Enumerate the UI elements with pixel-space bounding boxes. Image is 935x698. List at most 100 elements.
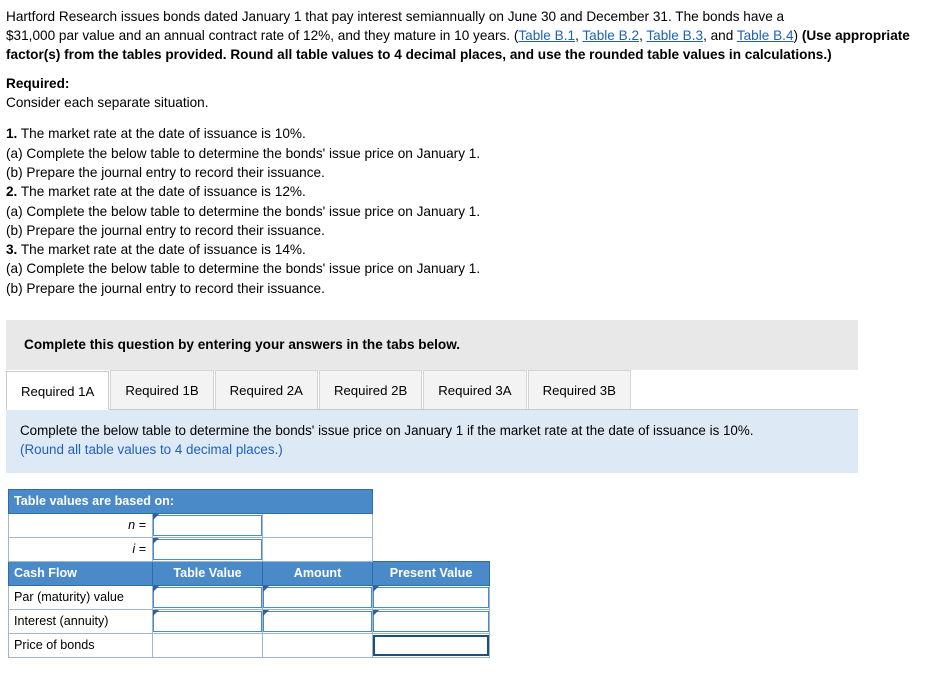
interest-present-value-input[interactable] <box>374 611 489 633</box>
par-table-value-cell[interactable] <box>152 584 263 610</box>
interest-amount-inputbox[interactable] <box>263 609 373 633</box>
list-item: 3. The market rate at the date of issuan… <box>6 240 929 259</box>
item-text: The market rate at the date of issuance … <box>17 242 306 258</box>
question-page: Hartford Research issues bonds dated Jan… <box>0 0 935 698</box>
cell-corner-marker-icon <box>373 609 380 616</box>
table-header-row: Cash Flow Table Value Amount Present Val… <box>8 560 491 586</box>
par-table-value-input[interactable] <box>154 587 261 609</box>
list-item: (b) Prepare the journal entry to record … <box>6 221 929 240</box>
basis-header-label: Table values are based on: <box>7 488 374 514</box>
interest-table-value-input[interactable] <box>154 611 261 633</box>
par-present-value-input[interactable] <box>374 587 489 609</box>
table-row-basis-header: Table values are based on: <box>7 488 490 514</box>
item-number: 1. <box>6 126 18 142</box>
i-row-spacer <box>373 537 490 561</box>
interest-present-value-inputbox[interactable] <box>373 609 490 633</box>
cell-corner-marker-icon <box>153 609 159 616</box>
answer-table: Table values are based on: n = i = Cash … <box>7 488 491 658</box>
cell-corner-marker-icon <box>153 513 159 520</box>
item-text: (a) Complete the below table to determin… <box>6 261 481 277</box>
price-table-value-blank <box>152 632 263 658</box>
basis-header-spacer <box>373 489 490 513</box>
table-row-n: n = <box>8 512 490 538</box>
row-label-price-of-bonds: Price of bonds <box>8 632 153 658</box>
row-label-par-value: Par (maturity) value <box>8 584 153 610</box>
n-input-cell[interactable] <box>152 512 263 538</box>
par-amount-inputbox[interactable] <box>263 585 373 609</box>
i-row-blank-1 <box>261 536 374 562</box>
required-block: Required: Consider each separate situati… <box>0 64 935 112</box>
tab-required-3b[interactable]: Required 3B <box>527 369 631 409</box>
table-row: Price of bonds <box>8 632 491 658</box>
item-text: The market rate at the date of issuance … <box>17 126 306 142</box>
list-item: (b) Prepare the journal entry to record … <box>6 279 929 298</box>
tab-instructions: Complete the below table to determine th… <box>6 409 858 473</box>
row-label-interest-annuity: Interest (annuity) <box>8 608 153 634</box>
list-item: (a) Complete the below table to determin… <box>6 202 929 221</box>
par-present-value-cell[interactable] <box>372 584 491 610</box>
col-header-table-value: Table Value <box>152 560 263 586</box>
table-b1-link[interactable]: Table B.1 <box>518 28 575 43</box>
tab-required-2a[interactable]: Required 2A <box>214 369 318 409</box>
problem-line-2: $31,000 par value and an annual contract… <box>6 27 519 43</box>
tab-bar: Required 1A Required 1B Required 2A Requ… <box>6 369 858 410</box>
par-amount-input[interactable] <box>264 587 372 609</box>
tab-required-1b[interactable]: Required 1B <box>110 369 214 409</box>
n-row-spacer <box>373 513 490 537</box>
instruction-banner: Complete this question by entering your … <box>6 319 858 370</box>
tab-instructions-line-1: Complete the below table to determine th… <box>20 422 754 438</box>
par-table-value-inputbox[interactable] <box>153 585 262 609</box>
n-input[interactable] <box>154 515 261 537</box>
i-input[interactable] <box>154 539 261 561</box>
table-b2-link[interactable]: Table B.2 <box>582 28 639 43</box>
list-item: (a) Complete the below table to determin… <box>6 259 929 278</box>
tab-required-3a[interactable]: Required 3A <box>423 369 527 409</box>
i-input-cell[interactable] <box>152 536 263 562</box>
list-item: (b) Prepare the journal entry to record … <box>6 163 929 182</box>
i-inputbox[interactable] <box>153 537 262 561</box>
answer-table-container: Table values are based on: n = i = Cash … <box>7 488 491 658</box>
list-item: 1. The market rate at the date of issuan… <box>6 124 929 143</box>
par-amount-cell[interactable] <box>261 584 374 610</box>
item-text: (b) Prepare the journal entry to record … <box>6 280 325 296</box>
price-present-value-input[interactable] <box>375 636 488 658</box>
item-text: (a) Complete the below table to determin… <box>6 145 481 161</box>
item-text: (a) Complete the below table to determin… <box>6 203 481 219</box>
sep-3: , and <box>703 27 737 43</box>
list-item: (a) Complete the below table to determin… <box>6 144 929 163</box>
cell-corner-marker-icon <box>263 585 269 592</box>
n-inputbox[interactable] <box>153 513 262 537</box>
interest-amount-input[interactable] <box>264 611 372 633</box>
required-title: Required: <box>6 76 70 92</box>
table-row: Par (maturity) value <box>8 584 491 610</box>
col-header-cash-flow: Cash Flow <box>8 560 153 586</box>
item-text: (b) Prepare the journal entry to record … <box>6 164 325 180</box>
par-present-value-inputbox[interactable] <box>373 585 490 609</box>
interest-table-value-cell[interactable] <box>152 608 263 634</box>
cell-corner-marker-icon <box>153 537 159 544</box>
required-subtitle: Consider each separate situation. <box>6 95 209 111</box>
i-label: i = <box>8 536 153 562</box>
table-row-i: i = <box>8 536 490 562</box>
item-text: The market rate at the date of issuance … <box>17 184 306 200</box>
n-label: n = <box>8 512 153 538</box>
tab-required-1a[interactable]: Required 1A <box>6 370 110 410</box>
interest-table-value-inputbox[interactable] <box>153 609 262 633</box>
cell-corner-marker-icon <box>153 585 159 592</box>
problem-line-1: Hartford Research issues bonds dated Jan… <box>6 9 785 24</box>
table-row: Interest (annuity) <box>8 608 491 634</box>
interest-present-value-cell[interactable] <box>372 608 491 634</box>
col-header-amount: Amount <box>261 560 374 586</box>
tab-instructions-line-2: (Round all table values to 4 decimal pla… <box>20 442 283 458</box>
table-b3-link[interactable]: Table B.3 <box>646 28 703 43</box>
tab-required-2b[interactable]: Required 2B <box>318 369 423 409</box>
n-row-blank-1 <box>261 512 374 538</box>
price-present-value-inputbox[interactable] <box>373 634 490 658</box>
requirement-list: 1. The market rate at the date of issuan… <box>0 112 935 298</box>
interest-amount-cell[interactable] <box>261 608 374 634</box>
price-present-value-cell[interactable] <box>372 632 491 658</box>
cell-corner-marker-icon <box>263 609 269 616</box>
table-b4-link[interactable]: Table B.4 <box>737 28 794 43</box>
problem-statement: Hartford Research issues bonds dated Jan… <box>0 0 935 64</box>
item-number: 2. <box>6 184 18 200</box>
